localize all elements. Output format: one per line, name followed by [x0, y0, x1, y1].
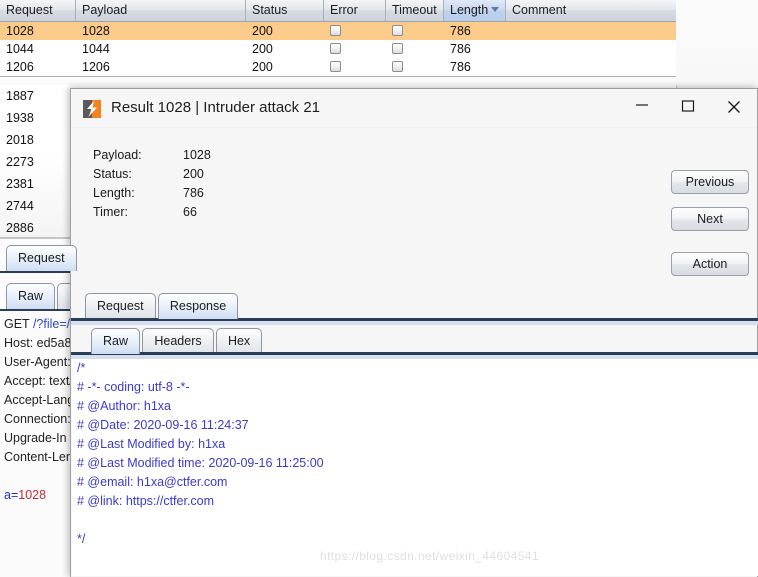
results-table: Request Payload Status Error Timeout Len…	[0, 0, 676, 77]
response-line	[72, 568, 758, 576]
column-header-length-label: Length	[450, 3, 489, 17]
tab-raw[interactable]: Raw	[91, 328, 141, 354]
cell-request: 1206	[6, 60, 34, 74]
field-status-label: Status:	[93, 167, 132, 181]
timeout-checkbox[interactable]	[392, 25, 403, 36]
error-checkbox[interactable]	[330, 61, 341, 72]
response-line: */	[77, 532, 86, 546]
column-header-error[interactable]: Error	[324, 0, 386, 21]
field-timer: Timer: 66	[93, 205, 393, 221]
result-detail-dialog: Result 1028 | Intruder attack 21 Payload…	[70, 88, 758, 577]
table-row[interactable]: 1028 1028 200 786	[0, 22, 676, 40]
column-header-request[interactable]: Request	[0, 0, 76, 21]
response-line: # -*- coding: utf-8 -*-	[77, 380, 190, 394]
screenshot-root: 1887 1938 2018 2273 2381 2744 2886 Reque…	[0, 0, 758, 577]
response-line: # @Last Modified by: h1xa	[77, 437, 226, 451]
cell-payload: 1044	[82, 42, 110, 56]
column-header-status[interactable]: Status	[246, 0, 324, 21]
column-header-payload[interactable]: Payload	[76, 0, 246, 21]
timeout-checkbox[interactable]	[392, 43, 403, 54]
response-line: # @link: https://ctfer.com	[77, 494, 215, 508]
tab-hex[interactable]: Hex	[215, 328, 263, 354]
field-timer-label: Timer:	[93, 205, 128, 219]
http-line-url: /?file=/	[32, 317, 71, 331]
cell-error	[324, 40, 386, 58]
cell-status: 200	[252, 42, 273, 56]
response-line: # @Last Modified time: 2020-09-16 11:25:…	[77, 456, 324, 470]
cell-length: 786	[450, 42, 471, 56]
field-payload-value: 1028	[183, 148, 211, 162]
table-row[interactable]: 1044 1044 200 786	[0, 40, 676, 58]
action-button[interactable]: Action	[671, 252, 749, 276]
column-header-comment[interactable]: Comment	[506, 0, 676, 21]
cell-timeout	[386, 58, 444, 76]
http-body-param: a=	[4, 488, 19, 502]
previous-button[interactable]: Previous	[671, 170, 749, 194]
burp-suite-logo-icon	[83, 100, 101, 118]
cell-length: 786	[450, 60, 471, 74]
response-line: # @Author: h1xa	[77, 399, 171, 413]
cell-status: 200	[252, 60, 273, 74]
minimize-button[interactable]	[619, 89, 665, 121]
cell-payload: 1206	[82, 60, 110, 74]
tab-request[interactable]: Request	[85, 293, 156, 319]
response-line	[72, 549, 758, 568]
next-button[interactable]: Next	[671, 207, 749, 231]
cell-timeout	[386, 22, 444, 40]
field-length-value: 786	[183, 186, 204, 200]
response-line	[72, 511, 758, 530]
field-payload: Payload: 1028	[93, 148, 393, 164]
cell-length: 786	[450, 24, 471, 38]
field-payload-label: Payload:	[93, 148, 142, 162]
field-length-label: Length:	[93, 186, 135, 200]
timeout-checkbox[interactable]	[392, 61, 403, 72]
field-status: Status: 200	[93, 167, 393, 183]
response-raw-editor[interactable]: /* # -*- coding: utf-8 -*- # @Author: h1…	[72, 359, 758, 576]
maximize-button[interactable]	[665, 89, 711, 121]
column-header-timeout[interactable]: Timeout	[386, 0, 444, 21]
field-length: Length: 786	[93, 186, 393, 202]
tab-raw[interactable]: Raw	[6, 283, 56, 309]
bg-request-tabs: Request	[6, 245, 77, 273]
dialog-titlebar[interactable]: Result 1028 | Intruder attack 21	[71, 89, 757, 128]
column-header-length[interactable]: Length	[444, 0, 506, 21]
close-button[interactable]	[711, 89, 757, 121]
http-line-text: GET	[4, 317, 33, 331]
cell-status: 200	[252, 24, 273, 38]
response-line: /*	[77, 361, 86, 375]
dialog-message-tabs: Request Response	[85, 293, 239, 319]
field-status-value: 200	[183, 167, 204, 181]
bg-tabs-underline	[0, 271, 70, 273]
tab-headers[interactable]: Headers	[142, 328, 214, 354]
http-body-value: 1028	[18, 488, 47, 502]
sort-descending-icon	[491, 7, 499, 12]
cell-timeout	[386, 40, 444, 58]
results-table-header: Request Payload Status Error Timeout Len…	[0, 0, 676, 22]
bg-tabs2-underline	[0, 309, 70, 311]
cell-error	[324, 22, 386, 40]
dialog-view-tabs: Raw Headers Hex	[91, 328, 263, 354]
field-timer-value: 66	[183, 205, 197, 219]
tabs-separator-top-highlight	[71, 321, 758, 325]
cell-payload: 1028	[82, 24, 110, 38]
response-line: # @Date: 2020-09-16 11:24:37	[77, 418, 249, 432]
dialog-title: Result 1028 | Intruder attack 21	[111, 99, 321, 116]
cell-error	[324, 58, 386, 76]
tab-response[interactable]: Response	[157, 293, 239, 319]
tab-request[interactable]: Request	[6, 245, 77, 271]
response-line: # @email: h1xa@ctfer.com	[77, 475, 228, 489]
dialog-body: Payload: 1028 Status: 200 Length: 786 Ti…	[71, 128, 758, 577]
error-checkbox[interactable]	[330, 43, 341, 54]
cell-request: 1044	[6, 42, 34, 56]
cell-request: 1028	[6, 24, 34, 38]
table-row[interactable]: 1206 1206 200 786	[0, 58, 676, 76]
error-checkbox[interactable]	[330, 25, 341, 36]
